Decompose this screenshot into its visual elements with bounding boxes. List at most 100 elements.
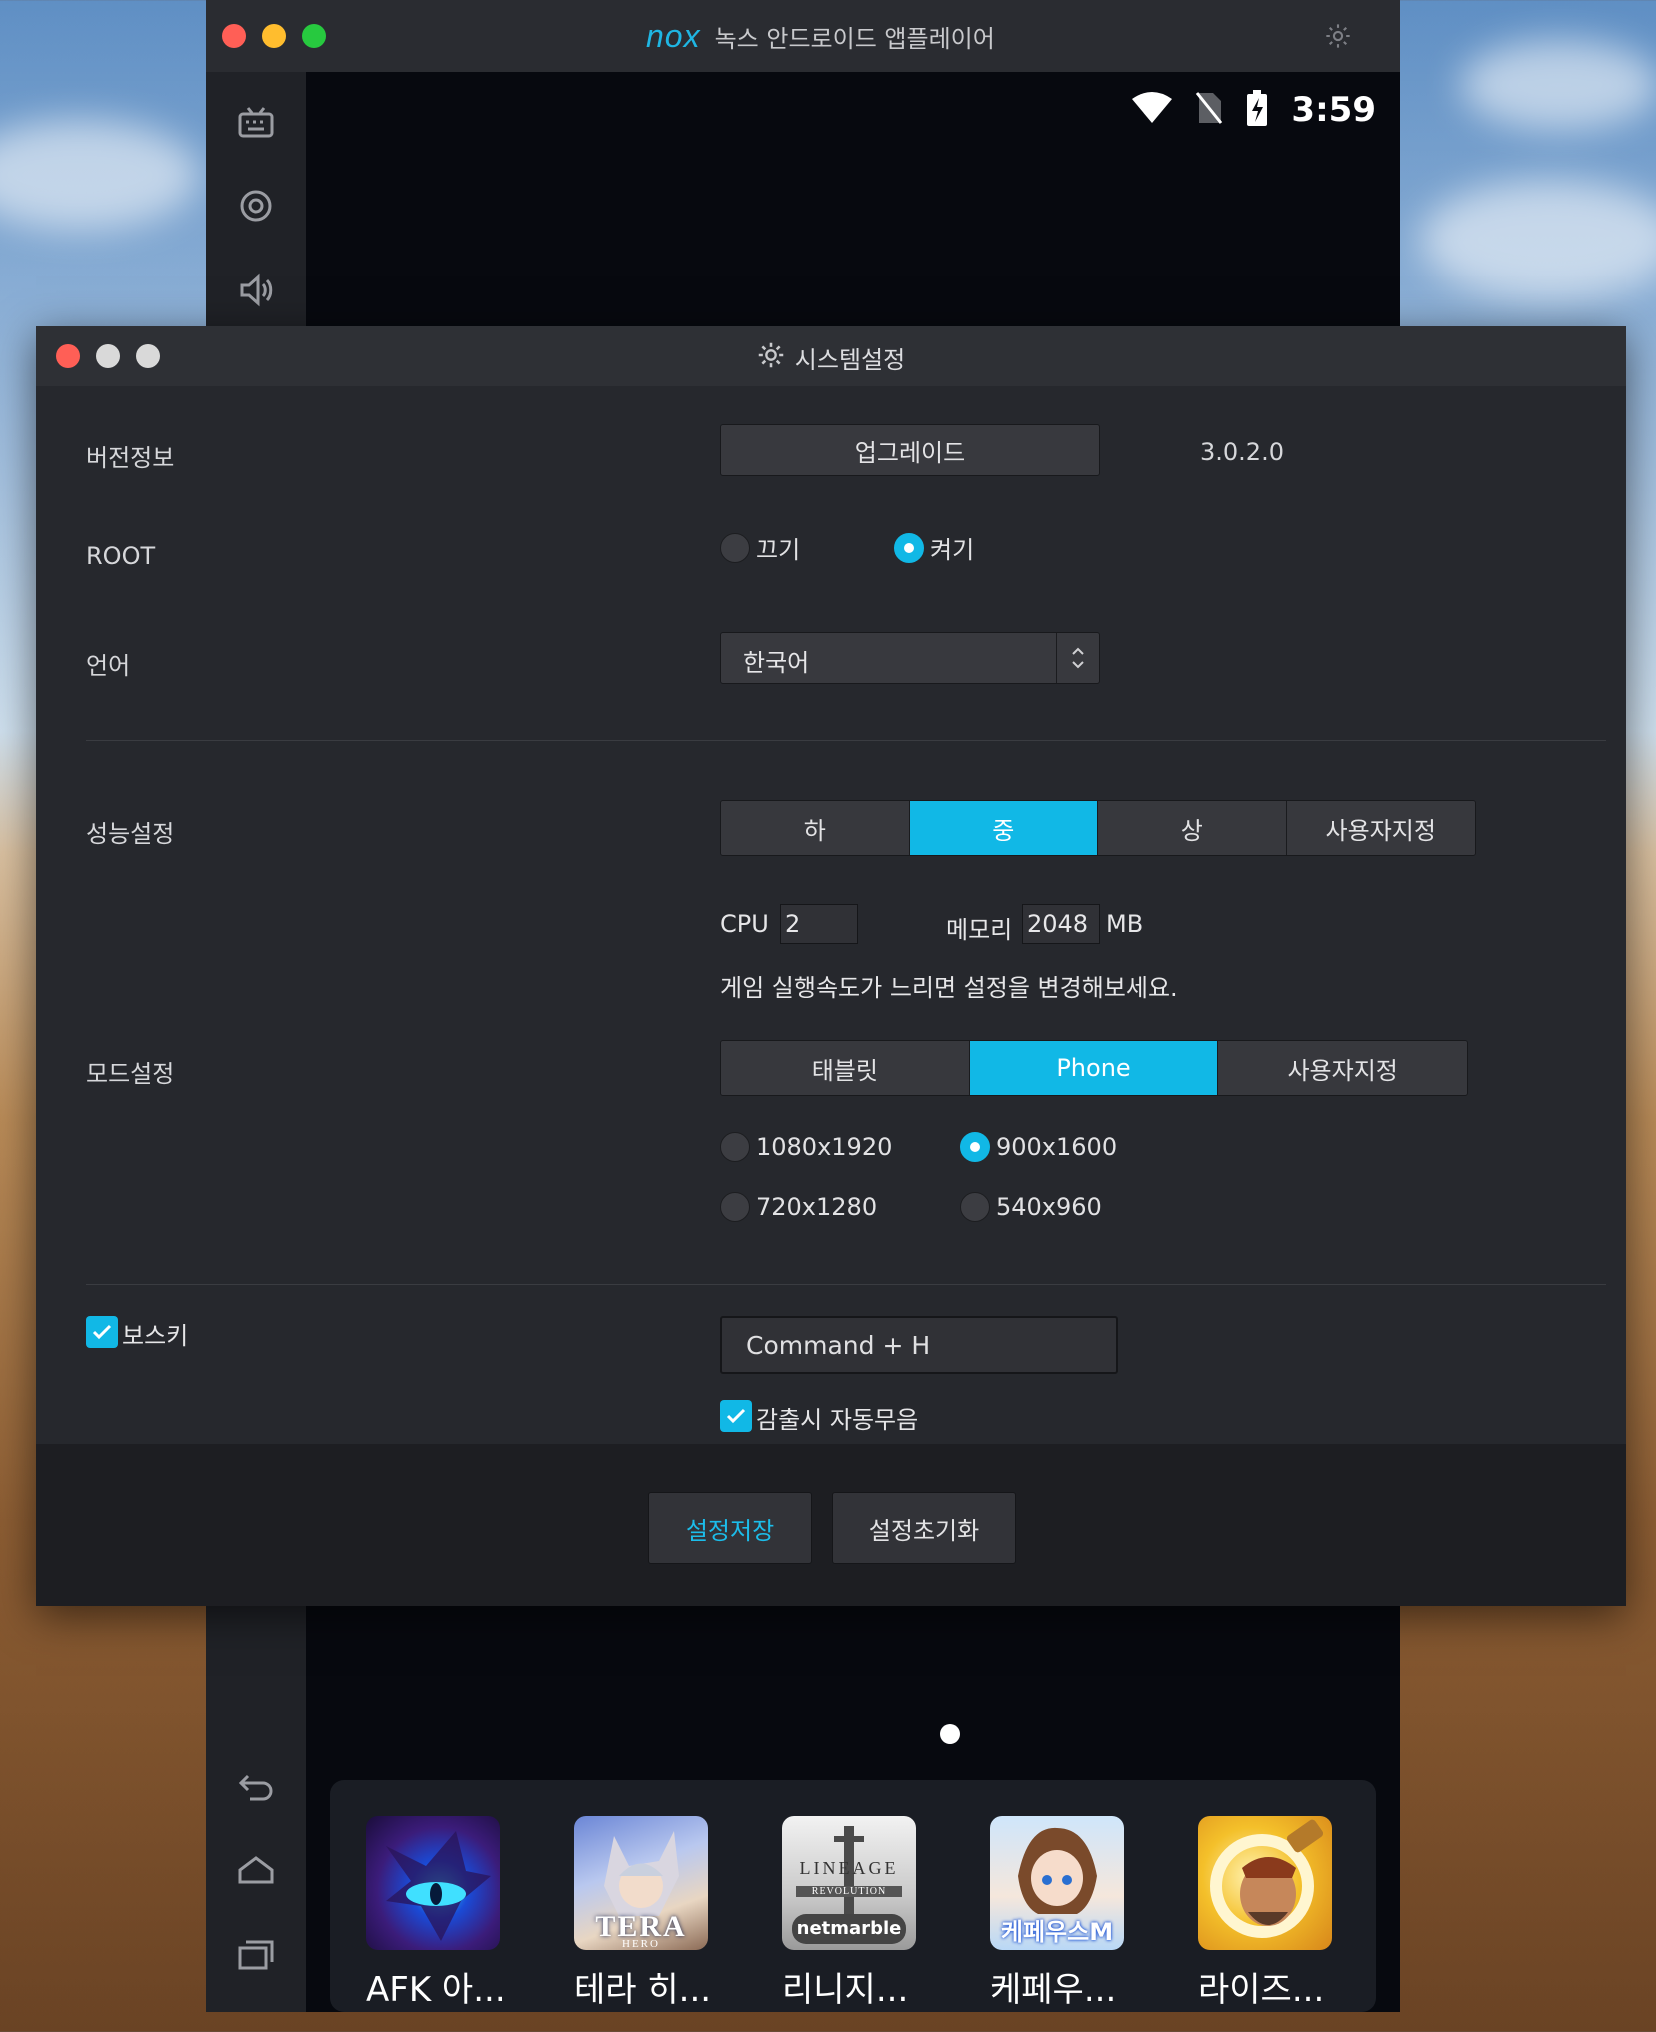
keyboard-icon[interactable]	[234, 102, 278, 146]
radio-indicator	[720, 1192, 750, 1222]
boss-key-label: 보스키	[122, 1322, 189, 1350]
radio-indicator	[894, 532, 924, 563]
app-afk-arena[interactable]: AFK 아...	[366, 1816, 566, 2011]
radio-indicator	[720, 1132, 750, 1162]
root-label: ROOT	[86, 542, 156, 570]
resolution-radio-900x1600[interactable]: 900x1600	[960, 1132, 1117, 1162]
no-sim-icon	[1195, 91, 1223, 129]
radio-indicator	[960, 1192, 990, 1222]
dialog-title-text: 시스템설정	[794, 346, 906, 374]
cloud	[1460, 40, 1656, 130]
root-off-radio[interactable]: 끄기	[720, 530, 800, 565]
root-on-radio[interactable]: 켜기	[894, 530, 974, 565]
cpu-input[interactable]: 2	[780, 904, 858, 944]
app-kepheus[interactable]: 케페우스M 케페우...	[990, 1816, 1190, 2011]
recent-apps-icon[interactable]	[234, 1932, 278, 1976]
dialog-footer: 설정저장 설정초기화	[36, 1444, 1626, 1606]
app-label: AFK 아...	[366, 1970, 506, 2010]
boss-key-shortcut-input[interactable]: Command + H	[720, 1316, 1118, 1374]
performance-hint: 게임 실행속도가 느리면 설정을 변경해보세요.	[720, 974, 1178, 1002]
auto-mute-label: 감출시 자동무음	[756, 1406, 919, 1434]
app-dock: AFK 아... TERA HERO 테라 히... LINEAGE REVOL…	[330, 1780, 1376, 2012]
tera-hero-app-icon: TERA HERO	[574, 1816, 708, 1950]
lineage-sub-text: REVOLUTION	[796, 1886, 902, 1897]
kepheus-app-icon: 케페우스M	[990, 1816, 1124, 1950]
window-title-text: 녹스 안드로이드 앱플레이어	[714, 24, 995, 53]
app-label: 테라 히...	[574, 1970, 712, 2010]
reset-settings-button[interactable]: 설정초기화	[832, 1492, 1016, 1564]
radio-indicator	[960, 1132, 990, 1162]
checkmark-icon	[726, 1408, 746, 1424]
battery-charging-icon	[1245, 90, 1269, 130]
system-settings-dialog: 시스템설정 버전정보 업그레이드 3.0.2.0 ROOT 끄기 켜기 언어 한…	[36, 326, 1626, 1606]
maximize-button[interactable]	[302, 24, 326, 48]
radio-indicator	[720, 532, 750, 563]
lineage-logo-text: LINEAGE	[799, 1858, 899, 1878]
nox-logo: nox	[646, 17, 701, 54]
mode-option-custom[interactable]: 사용자지정	[1218, 1041, 1467, 1095]
window-title: nox 녹스 안드로이드 앱플레이어	[646, 18, 995, 54]
app-tera-hero[interactable]: TERA HERO 테라 히...	[574, 1816, 774, 2011]
version-label: 버전정보	[86, 444, 175, 472]
save-settings-button[interactable]: 설정저장	[648, 1492, 812, 1564]
checkmark-icon	[92, 1324, 112, 1340]
afk-arena-app-icon	[366, 1816, 500, 1950]
auto-mute-checkbox[interactable]	[720, 1400, 752, 1432]
mode-option-tablet[interactable]: 태블릿	[721, 1041, 970, 1095]
radio-label: 540x960	[996, 1193, 1102, 1221]
rise-of-kingdoms-app-icon	[1198, 1816, 1332, 1950]
app-lineage2[interactable]: LINEAGE REVOLUTION netmarble 리니지...	[782, 1816, 982, 2011]
kepheus-logo-text: 케페우스M	[1000, 1918, 1114, 1946]
cpu-label: CPU	[720, 910, 769, 938]
resolution-radio-1080x1920[interactable]: 1080x1920	[720, 1132, 892, 1162]
app-rise-of-kingdoms[interactable]: 라이즈...	[1198, 1816, 1398, 2011]
language-select[interactable]: 한국어	[720, 632, 1100, 684]
performance-label: 성능설정	[86, 820, 175, 848]
clock: 3:59	[1291, 90, 1376, 130]
app-label: 리니지...	[782, 1970, 909, 2010]
cloud	[1420, 180, 1656, 300]
performance-option-custom[interactable]: 사용자지정	[1286, 801, 1475, 855]
netmarble-logo-text: netmarble	[792, 1914, 906, 1944]
performance-option-mid[interactable]: 중	[909, 801, 1098, 855]
resolution-radio-720x1280[interactable]: 720x1280	[720, 1192, 877, 1222]
radio-label: 1080x1920	[756, 1133, 893, 1161]
tera-sub-text: HERO	[622, 1938, 660, 1950]
select-stepper-icon	[1056, 633, 1099, 683]
section-divider	[86, 1284, 1606, 1285]
wifi-icon	[1131, 91, 1173, 129]
nox-titlebar: nox 녹스 안드로이드 앱플레이어	[206, 0, 1400, 72]
performance-option-high[interactable]: 상	[1098, 801, 1287, 855]
location-icon[interactable]	[234, 184, 278, 228]
language-selected-value: 한국어	[743, 649, 810, 677]
minimize-button[interactable]	[262, 24, 286, 48]
cloud	[0, 120, 200, 230]
app-label: 라이즈...	[1198, 1970, 1325, 2010]
memory-label: 메모리	[946, 916, 1013, 944]
dialog-title: 시스템설정	[36, 340, 1626, 375]
page-indicator	[940, 1724, 960, 1744]
performance-option-low[interactable]: 하	[721, 801, 910, 855]
boss-key-checkbox[interactable]	[86, 1316, 118, 1348]
radio-label: 끄기	[756, 536, 801, 564]
upgrade-button[interactable]: 업그레이드	[720, 424, 1100, 476]
volume-icon[interactable]	[234, 268, 278, 312]
settings-gear-icon	[757, 341, 785, 375]
home-icon[interactable]	[234, 1848, 278, 1892]
radio-label: 켜기	[930, 536, 975, 564]
mode-option-phone[interactable]: Phone	[969, 1041, 1219, 1095]
gear-icon[interactable]	[1324, 22, 1352, 54]
radio-label: 900x1600	[996, 1133, 1118, 1161]
mode-segmented-control: 태블릿 Phone 사용자지정	[720, 1040, 1468, 1096]
status-bar: 3:59	[1131, 80, 1376, 140]
performance-segmented-control: 하 중 상 사용자지정	[720, 800, 1476, 856]
memory-input[interactable]: 2048	[1022, 904, 1100, 944]
close-button[interactable]	[222, 24, 246, 48]
app-label: 케페우...	[990, 1970, 1117, 2010]
memory-unit: MB	[1106, 910, 1144, 938]
back-icon[interactable]	[234, 1764, 278, 1808]
version-number: 3.0.2.0	[1200, 438, 1284, 466]
dialog-titlebar: 시스템설정	[36, 326, 1626, 386]
resolution-radio-540x960[interactable]: 540x960	[960, 1192, 1102, 1222]
lineage2-app-icon: LINEAGE REVOLUTION netmarble	[782, 1816, 916, 1950]
